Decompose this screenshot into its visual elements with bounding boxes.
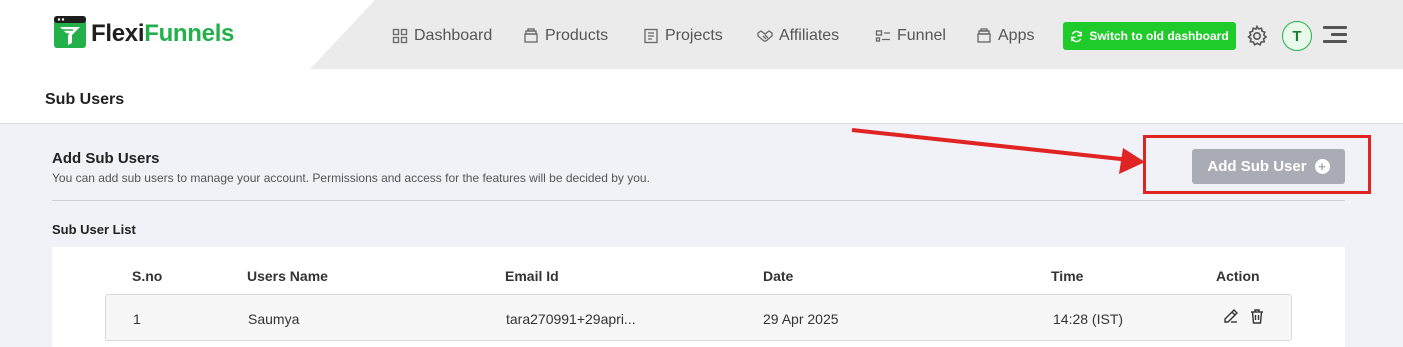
brand-wordmark[interactable]: FlexiFunnels (91, 20, 234, 48)
cell-email: tara270991+29apri... (506, 311, 636, 327)
nav-dashboard-label: Dashboard (414, 27, 493, 44)
section-title: Add Sub Users (52, 150, 160, 167)
brand-part1: Flexi (91, 20, 145, 47)
cell-date: 29 Apr 2025 (763, 311, 839, 327)
nav-products[interactable]: Products (523, 24, 608, 48)
header-time: Time (1051, 268, 1084, 284)
brand-part2: Funnels (144, 20, 235, 47)
plus-circle-icon: + (1314, 159, 1330, 174)
annotation-arrow (851, 128, 1145, 174)
section-description: You can add sub users to manage your acc… (52, 171, 650, 185)
apps-icon (977, 28, 991, 43)
flexifunnels-logo-icon[interactable] (53, 15, 87, 49)
projects-icon (644, 28, 658, 44)
page-title: Sub Users (45, 91, 125, 108)
switch-old-dashboard-label: Switch to old dashboard (1089, 29, 1229, 43)
header-sno: S.no (132, 268, 163, 284)
cell-sno: 1 (133, 311, 141, 327)
logo-area: FlexiFunnels (0, 0, 375, 69)
nav-products-label: Products (545, 27, 609, 44)
sub-user-table: S.no Users Name Email Id Date Time Actio… (52, 247, 1345, 347)
top-navbar: FlexiFunnels Dashboard Products Projects… (0, 0, 1403, 69)
add-sub-user-button[interactable]: Add Sub User + (1192, 149, 1345, 184)
nav-apps-label: Apps (998, 27, 1035, 44)
nav-affiliates[interactable]: Affiliates (757, 24, 839, 48)
hamburger-menu-icon[interactable] (1323, 25, 1347, 45)
cell-user-name: Saumya (248, 311, 300, 327)
table-row[interactable]: 1 Saumya tara270991+29apri... 29 Apr 202… (105, 294, 1292, 341)
header-date: Date (763, 268, 794, 284)
menu-line-middle (1331, 33, 1347, 36)
cell-time: 14:28 (IST) (1053, 311, 1124, 327)
products-icon (524, 28, 538, 43)
header-email-id: Email Id (505, 268, 559, 284)
menu-line-bottom (1323, 40, 1347, 43)
header-action: Action (1216, 268, 1260, 284)
nav-dashboard[interactable]: Dashboard (392, 24, 492, 48)
nav-projects-label: Projects (665, 27, 723, 44)
settings-gear-icon[interactable] (1245, 24, 1269, 48)
sub-user-list-title: Sub User List (52, 222, 136, 237)
dashboard-icon (392, 28, 408, 44)
funnel-icon (875, 30, 890, 42)
handshake-icon (757, 30, 773, 42)
delete-trash-icon[interactable] (1249, 308, 1265, 324)
nav-apps[interactable]: Apps (976, 24, 1034, 48)
page-title-bar: Sub Users (0, 69, 1403, 124)
nav-funnel-label: Funnel (897, 27, 946, 44)
menu-line-top (1323, 26, 1347, 29)
nav-projects[interactable]: Projects (643, 24, 723, 48)
nav-funnel[interactable]: Funnel (875, 24, 946, 48)
section-divider (52, 200, 1345, 201)
refresh-icon (1071, 30, 1083, 42)
edit-icon[interactable] (1223, 308, 1239, 324)
nav-affiliates-label: Affiliates (779, 27, 840, 44)
switch-old-dashboard-button[interactable]: Switch to old dashboard (1063, 22, 1236, 50)
add-sub-user-label: Add Sub User (1207, 158, 1307, 175)
header-users-name: Users Name (247, 268, 328, 284)
user-avatar[interactable]: T (1282, 21, 1312, 51)
